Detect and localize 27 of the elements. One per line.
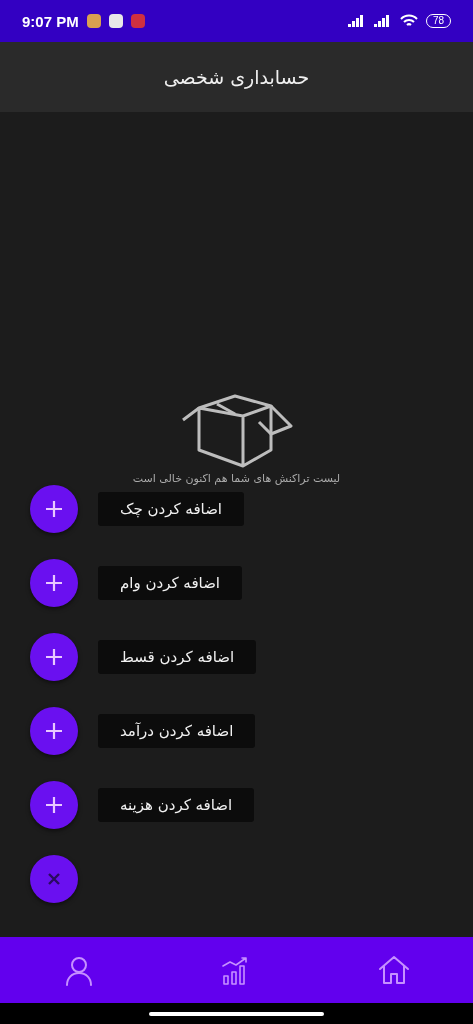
status-time: 9:07 PM (22, 12, 79, 30)
action-label[interactable]: اضافه کردن وام (98, 566, 243, 600)
action-label[interactable]: اضافه کردن چک (98, 492, 245, 526)
action-label[interactable]: اضافه کردن درآمد (98, 714, 256, 748)
plus-icon (45, 796, 63, 814)
app-icon (108, 14, 123, 28)
wifi-icon (399, 14, 418, 28)
app-icon (130, 14, 145, 28)
home-icon (377, 954, 410, 986)
add-button[interactable] (30, 559, 78, 607)
add-button[interactable] (30, 707, 78, 755)
signal-icon (373, 15, 392, 27)
app-title: حسابداری شخصی (163, 66, 310, 88)
plus-icon (45, 722, 63, 740)
add-button[interactable] (30, 781, 78, 829)
action-label[interactable]: اضافه کردن قسط (98, 640, 257, 674)
close-button[interactable] (30, 855, 78, 903)
add-button[interactable] (30, 485, 78, 533)
plus-icon (45, 574, 63, 592)
action-label[interactable]: اضافه کردن هزینه (98, 788, 255, 822)
empty-message: لیست تراکنش های شما هم اکنون خالی است (132, 472, 341, 485)
close-icon (48, 873, 60, 885)
app-icon (86, 14, 101, 28)
plus-icon (45, 500, 63, 518)
add-button[interactable] (30, 633, 78, 681)
signal-icon (347, 15, 366, 27)
plus-icon (45, 648, 63, 666)
